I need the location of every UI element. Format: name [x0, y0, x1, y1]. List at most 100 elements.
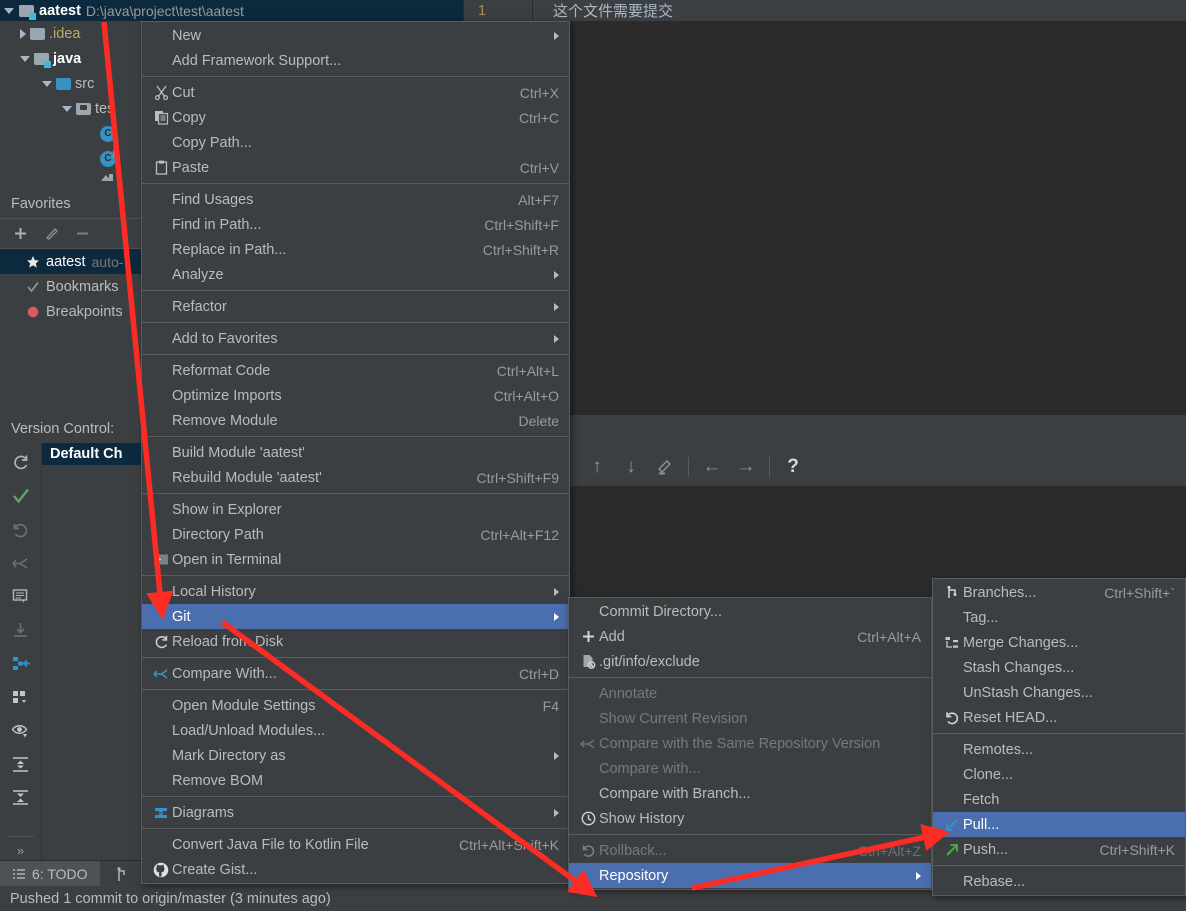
menu-item-fetch[interactable]: Fetch [933, 787, 1185, 812]
project-context-menu[interactable]: New Add Framework Support... Cut Ctrl+X Copy… [141, 21, 570, 884]
menu-separator [142, 322, 569, 323]
menu-item-show-in-explorer[interactable]: Show in Explorer [142, 497, 569, 522]
menu-item-repository[interactable]: Repository [569, 863, 931, 888]
commit-check-icon[interactable] [10, 486, 32, 506]
menu-item-compare-with-branch[interactable]: Compare with Branch... [569, 781, 931, 806]
editor-body[interactable] [568, 21, 1186, 415]
menu-item-pull[interactable]: Pull... [933, 812, 1185, 837]
submenu-arrow-icon [554, 270, 559, 279]
tree-item-java[interactable]: java [0, 46, 141, 71]
triangle-right-icon[interactable] [20, 28, 26, 39]
menu-item-mark-directory-as[interactable]: Mark Directory as [142, 743, 569, 768]
menu-item-remove-bom[interactable]: Remove BOM [142, 768, 569, 793]
menu-item-optimize-imports[interactable]: Optimize Imports Ctrl+Alt+O [142, 383, 569, 408]
menu-item-branches[interactable]: Branches... Ctrl+Shift+` [933, 580, 1185, 605]
menu-item-stash-changes[interactable]: Stash Changes... [933, 655, 1185, 680]
menu-item-label: Compare with the Same Repository Version [599, 735, 881, 752]
menu-item-add-to-favorites[interactable]: Add to Favorites [142, 326, 569, 351]
refresh-icon[interactable] [10, 453, 32, 472]
menu-item-find-in-path[interactable]: Find in Path... Ctrl+Shift+F [142, 212, 569, 237]
menu-item-build-module-aatest[interactable]: Build Module 'aatest' [142, 440, 569, 465]
favorites-item-bookmarks[interactable]: Bookmarks [0, 274, 141, 299]
triangle-down-icon[interactable] [62, 105, 72, 112]
tree-item-idea[interactable]: .idea [0, 21, 141, 46]
previous-difference-button[interactable]: ↑ [580, 453, 614, 481]
changelist-default[interactable]: Default Ch [42, 443, 141, 465]
menu-item-merge-changes[interactable]: Merge Changes... [933, 630, 1185, 655]
expand-all-icon[interactable] [10, 755, 32, 774]
favorites-item-aatest[interactable]: aatest auto- [0, 249, 141, 274]
repository-submenu[interactable]: Branches... Ctrl+Shift+` Tag... Merge Chang… [932, 578, 1186, 896]
favorites-item-breakpoints[interactable]: Breakpoints [0, 299, 141, 324]
menu-item-tag[interactable]: Tag... [933, 605, 1185, 630]
push-icon [941, 842, 963, 858]
menu-item-label: Diagrams [172, 804, 235, 821]
tree-item-test[interactable]: tes [0, 96, 141, 121]
menu-item-create-gist[interactable]: Create Gist... [142, 857, 569, 882]
add-favorite-button[interactable] [13, 226, 28, 241]
menu-item-diagrams[interactable]: Diagrams [142, 800, 569, 825]
menu-item-rebuild-module-aatest[interactable]: Rebuild Module 'aatest' Ctrl+Shift+F9 [142, 465, 569, 490]
menu-item-local-history[interactable]: Local History [142, 579, 569, 604]
bottom-tab-version-control[interactable] [100, 861, 142, 887]
menu-item-new[interactable]: New [142, 23, 569, 48]
menu-item-commit-directory[interactable]: Commit Directory... [569, 599, 931, 624]
menu-item-remove-module[interactable]: Remove Module Delete [142, 408, 569, 433]
menu-item-paste[interactable]: Paste Ctrl+V [142, 155, 569, 180]
menu-item-find-usages[interactable]: Find Usages Alt+F7 [142, 187, 569, 212]
menu-item-add-framework-support[interactable]: Add Framework Support... [142, 48, 569, 73]
triangle-down-icon[interactable] [42, 80, 52, 87]
menu-item-reload-from-disk[interactable]: Reload from Disk [142, 629, 569, 654]
menu-item-load-unload-modules[interactable]: Load/Unload Modules... [142, 718, 569, 743]
triangle-down-icon[interactable] [20, 55, 30, 62]
help-button[interactable]: ? [776, 453, 810, 481]
menu-item-copy[interactable]: Copy Ctrl+C [142, 105, 569, 130]
preview-icon[interactable] [10, 721, 32, 740]
tree-item-resource[interactable] [0, 171, 141, 185]
next-difference-button[interactable]: ↓ [614, 453, 648, 481]
accept-right-button[interactable]: → [729, 453, 763, 481]
menu-item-add[interactable]: Add Ctrl+Alt+A [569, 624, 931, 649]
menu-item-label: Commit Directory... [599, 603, 722, 620]
menu-item-show-history[interactable]: Show History [569, 806, 931, 831]
menu-item-analyze[interactable]: Analyze [142, 262, 569, 287]
menu-item-unstash-changes[interactable]: UnStash Changes... [933, 680, 1185, 705]
menu-item-open-in-terminal[interactable]: Open in Terminal [142, 547, 569, 572]
menu-item-reset-head[interactable]: Reset HEAD... [933, 705, 1185, 730]
collapse-all-icon[interactable] [10, 788, 32, 807]
menu-item-git[interactable]: Git [142, 604, 569, 629]
menu-item-compare-with[interactable]: Compare With... Ctrl+D [142, 661, 569, 686]
menu-item-clone[interactable]: Clone... [933, 762, 1185, 787]
tree-item-class-2[interactable]: C [0, 146, 141, 171]
comment-icon[interactable] [10, 587, 32, 606]
menu-item-cut[interactable]: Cut Ctrl+X [142, 80, 569, 105]
accept-left-button[interactable]: ← [695, 453, 729, 481]
menu-item-reformat-code[interactable]: Reformat Code Ctrl+Alt+L [142, 358, 569, 383]
menu-separator [142, 290, 569, 291]
menu-item-git-info-exclude[interactable]: .git/info/exclude [569, 649, 931, 674]
group-by-icon[interactable] [10, 688, 32, 707]
menu-item-convert-java-file-to-kotlin-file[interactable]: Convert Java File to Kotlin File Ctrl+Alt… [142, 832, 569, 857]
edit-source-button[interactable] [648, 453, 682, 481]
triangle-down-icon[interactable] [4, 7, 14, 14]
remove-favorite-button[interactable] [75, 226, 90, 241]
menu-item-rebase[interactable]: Rebase... [933, 869, 1185, 894]
edit-favorite-button[interactable] [44, 226, 59, 241]
menu-separator [569, 834, 931, 835]
tree-item-class-1[interactable]: C [0, 121, 141, 146]
menu-item-replace-in-path[interactable]: Replace in Path... Ctrl+Shift+R [142, 237, 569, 262]
merge-icon[interactable] [10, 654, 32, 674]
menu-item-remotes[interactable]: Remotes... [933, 737, 1185, 762]
more-icon[interactable]: » [7, 835, 34, 860]
bottom-tab-todo[interactable]: 6: TODO [0, 861, 100, 887]
git-submenu[interactable]: Commit Directory... Add Ctrl+Alt+A .git/inf… [568, 597, 932, 890]
project-tree[interactable]: .idea java src tes C C [0, 21, 141, 189]
menu-item-open-module-settings[interactable]: Open Module Settings F4 [142, 693, 569, 718]
menu-item-push[interactable]: Push... Ctrl+Shift+K [933, 837, 1185, 862]
menu-item-shortcut: Ctrl+X [519, 84, 559, 101]
project-header[interactable]: aatest D:\java\project\test\aatest [0, 0, 463, 21]
tree-item-src[interactable]: src [0, 71, 141, 96]
menu-item-directory-path[interactable]: Directory Path Ctrl+Alt+F12 [142, 522, 569, 547]
menu-item-copy-path[interactable]: Copy Path... [142, 130, 569, 155]
menu-item-refactor[interactable]: Refactor [142, 294, 569, 319]
